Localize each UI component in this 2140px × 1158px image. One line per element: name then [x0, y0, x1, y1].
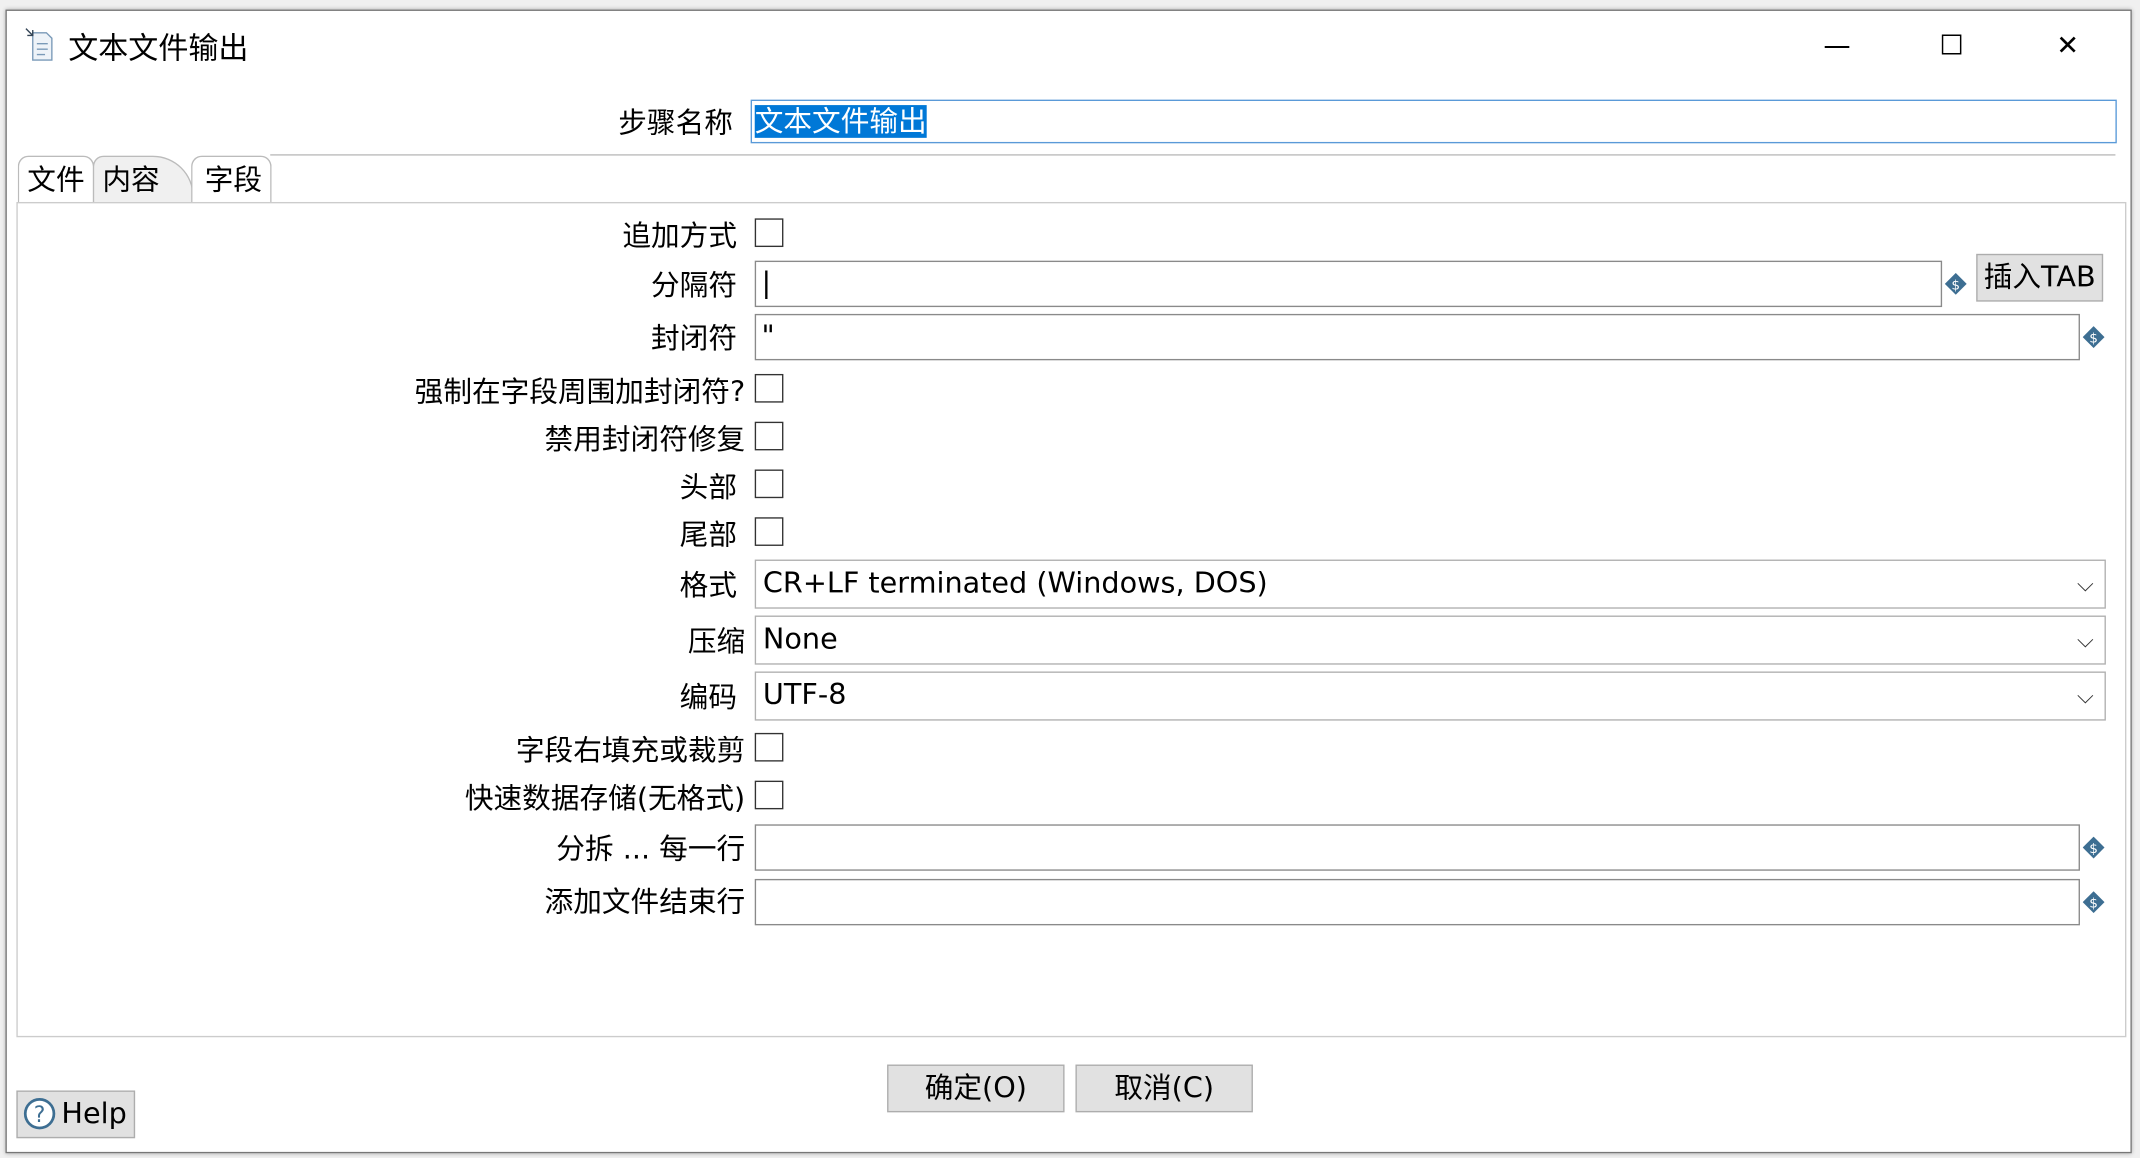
variable-icon: $	[2082, 891, 2105, 914]
encoding-value: UTF-8	[762, 678, 847, 712]
separator-input[interactable]: |	[754, 260, 1943, 308]
header-checkbox[interactable]	[754, 469, 784, 499]
close-button[interactable]: ✕	[2047, 25, 2088, 66]
step-name-label: 步骤名称	[618, 106, 733, 140]
encoding-select[interactable]: UTF-8 ⌵	[754, 671, 2106, 721]
disable-enclosure-fix-label: 禁用封闭符修复	[544, 423, 746, 456]
tab-strip-line	[270, 154, 2116, 156]
svg-text:$: $	[2089, 841, 2098, 857]
end-line-label: 添加文件结束行	[544, 885, 746, 919]
format-value: CR+LF terminated (Windows, DOS)	[762, 566, 1268, 600]
fast-dump-label: 快速数据存储(无格式)	[464, 782, 746, 815]
tab-fields[interactable]: 字段	[191, 155, 272, 202]
enclosure-input[interactable]: "	[754, 313, 2080, 361]
append-label: 追加方式	[622, 219, 737, 253]
svg-text:$: $	[2089, 896, 2098, 912]
header-label: 头部	[679, 470, 737, 504]
append-checkbox[interactable]	[754, 218, 784, 248]
pad-fields-checkbox[interactable]	[754, 732, 784, 762]
minimize-button[interactable]: —	[1817, 25, 1858, 66]
end-line-input[interactable]	[754, 878, 2080, 926]
separator-label: 分隔符	[651, 268, 737, 302]
step-name-input[interactable]: 文本文件输出	[750, 99, 2117, 144]
compression-select[interactable]: None ⌵	[754, 615, 2106, 665]
compression-label: 压缩	[687, 625, 746, 658]
chevron-down-icon: ⌵	[2077, 626, 2094, 653]
svg-text:$: $	[1951, 277, 1960, 293]
help-label: Help	[61, 1097, 127, 1131]
maximize-button[interactable]: ☐	[1931, 25, 1972, 66]
window-title: 文本文件输出	[68, 32, 249, 67]
step-name-value: 文本文件输出	[754, 105, 927, 138]
chevron-down-icon: ⌵	[2077, 570, 2094, 597]
text-file-output-icon	[25, 28, 53, 61]
split-every-input[interactable]	[754, 824, 2080, 871]
help-icon: ?	[23, 1097, 56, 1130]
disable-enclosure-fix-checkbox[interactable]	[754, 421, 784, 451]
cancel-button[interactable]: 取消(C)	[1075, 1064, 1253, 1113]
force-enclosure-checkbox[interactable]	[754, 373, 784, 403]
pad-fields-label: 字段右填充或裁剪	[515, 734, 746, 768]
svg-text:?: ?	[34, 1103, 46, 1128]
ok-button[interactable]: 确定(O)	[887, 1064, 1065, 1113]
insert-tab-button[interactable]: 插入TAB	[1976, 253, 2104, 302]
format-label: 格式	[679, 569, 737, 602]
tab-file[interactable]: 文件	[17, 155, 95, 202]
footer-label: 尾部	[679, 518, 737, 552]
variable-icon: $	[2082, 836, 2105, 859]
format-select[interactable]: CR+LF terminated (Windows, DOS) ⌵	[754, 559, 2106, 609]
compression-value: None	[762, 622, 838, 656]
force-enclosure-label: 强制在字段周围加封闭符?	[414, 375, 746, 409]
footer-checkbox[interactable]	[754, 517, 784, 546]
enclosure-label: 封闭符	[651, 322, 737, 355]
fast-dump-checkbox[interactable]	[754, 780, 784, 810]
variable-icon: $	[2082, 326, 2105, 349]
chevron-down-icon: ⌵	[2077, 682, 2094, 709]
encoding-label: 编码	[679, 681, 737, 714]
variable-icon: $	[1944, 272, 1967, 295]
svg-text:$: $	[2089, 331, 2098, 347]
split-every-label: 分拆 ... 每一行	[556, 832, 746, 866]
